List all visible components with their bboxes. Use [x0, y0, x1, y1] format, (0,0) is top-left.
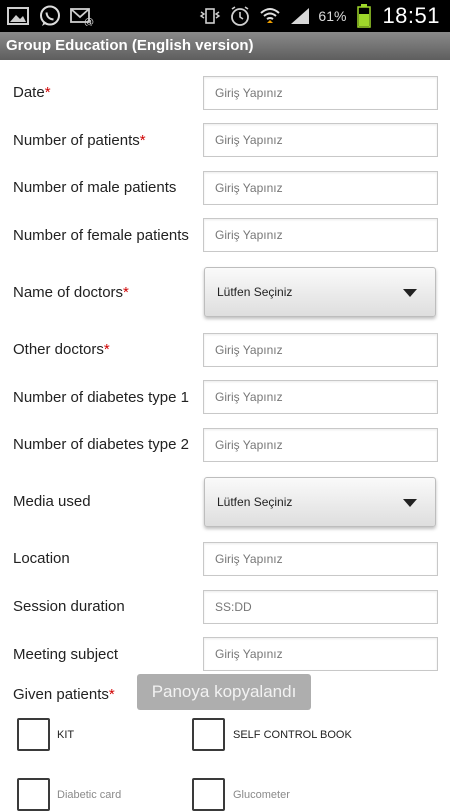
- vibrate-icon: [198, 4, 222, 28]
- battery-percent: 61%: [318, 8, 347, 24]
- meeting-subject-input[interactable]: Giriş Yapınız: [203, 637, 438, 671]
- session-duration-input[interactable]: SS:DD: [203, 590, 438, 624]
- diabetes-type2-label: Number of diabetes type 2: [13, 436, 189, 453]
- doctors-label-text: Name of doctors: [13, 284, 124, 301]
- location-input[interactable]: Giriş Yapınız: [203, 542, 438, 576]
- svg-text:@: @: [84, 17, 94, 26]
- dropdown-arrow-icon: [403, 499, 417, 507]
- session-duration-label: Session duration: [13, 598, 125, 615]
- checkbox-kit-label: KIT: [57, 729, 75, 741]
- checkbox-self-control-book-label: SELF CONTROL BOOK: [233, 729, 352, 741]
- alarm-icon: [228, 4, 252, 28]
- other-doctors-input[interactable]: Giriş Yapınız: [203, 333, 438, 367]
- required-mark: *: [108, 686, 115, 703]
- required-mark: *: [123, 284, 129, 301]
- image-icon: [6, 4, 30, 28]
- wifi-icon: [258, 4, 282, 28]
- media-select-value: Lütfen Seçiniz: [217, 495, 293, 509]
- status-bar: @ 61% 18:51: [0, 0, 450, 32]
- diabetes-type1-input[interactable]: Giriş Yapınız: [203, 380, 438, 414]
- checkbox-diabetic-card[interactable]: [17, 778, 50, 811]
- date-input[interactable]: Giriş Yapınız: [203, 76, 438, 110]
- male-patients-input[interactable]: Giriş Yapınız: [203, 171, 438, 205]
- doctors-select[interactable]: Lütfen Seçiniz: [204, 267, 436, 317]
- required-mark: *: [139, 132, 146, 149]
- male-patients-label: Number of male patients: [13, 179, 177, 196]
- doctors-label: Name of doctors*: [13, 284, 129, 301]
- female-patients-label: Number of female patients: [13, 227, 189, 244]
- diabetes-type2-input[interactable]: Giriş Yapınız: [203, 428, 438, 462]
- clock-time: 18:51: [382, 3, 440, 28]
- media-label: Media used: [13, 493, 91, 510]
- required-mark: *: [44, 84, 51, 101]
- page-title: Group Education (English version): [0, 32, 450, 60]
- date-label-text: Date: [13, 84, 45, 101]
- given-patients-label-text: Given patients: [13, 686, 109, 703]
- other-doctors-label-text: Other doctors: [13, 341, 104, 358]
- location-label: Location: [13, 550, 70, 567]
- patients-input[interactable]: Giriş Yapınız: [203, 123, 438, 157]
- email-icon: @: [70, 4, 94, 28]
- battery-icon: [352, 4, 376, 28]
- doctors-select-value: Lütfen Seçiniz: [217, 285, 293, 299]
- checkbox-glucometer-label: Glucometer: [233, 789, 290, 801]
- checkbox-self-control-book[interactable]: [192, 718, 225, 751]
- whatsapp-icon: [38, 4, 62, 28]
- required-mark: *: [103, 341, 110, 358]
- date-label: Date*: [13, 84, 51, 101]
- checkbox-glucometer[interactable]: [192, 778, 225, 811]
- other-doctors-label: Other doctors*: [13, 341, 110, 358]
- female-patients-input[interactable]: Giriş Yapınız: [203, 218, 438, 252]
- dropdown-arrow-icon: [403, 289, 417, 297]
- diabetes-type1-label: Number of diabetes type 1: [13, 389, 189, 406]
- signal-icon: [288, 4, 312, 28]
- given-patients-label: Given patients*: [13, 686, 115, 703]
- checkbox-kit[interactable]: [17, 718, 50, 751]
- patients-label: Number of patients*: [13, 132, 146, 149]
- patients-label-text: Number of patients: [13, 132, 140, 149]
- media-select[interactable]: Lütfen Seçiniz: [204, 477, 436, 527]
- checkbox-diabetic-card-label: Diabetic card: [57, 789, 122, 801]
- copied-toast: Panoya kopyalandı: [137, 674, 311, 710]
- meeting-subject-label: Meeting subject: [13, 646, 119, 663]
